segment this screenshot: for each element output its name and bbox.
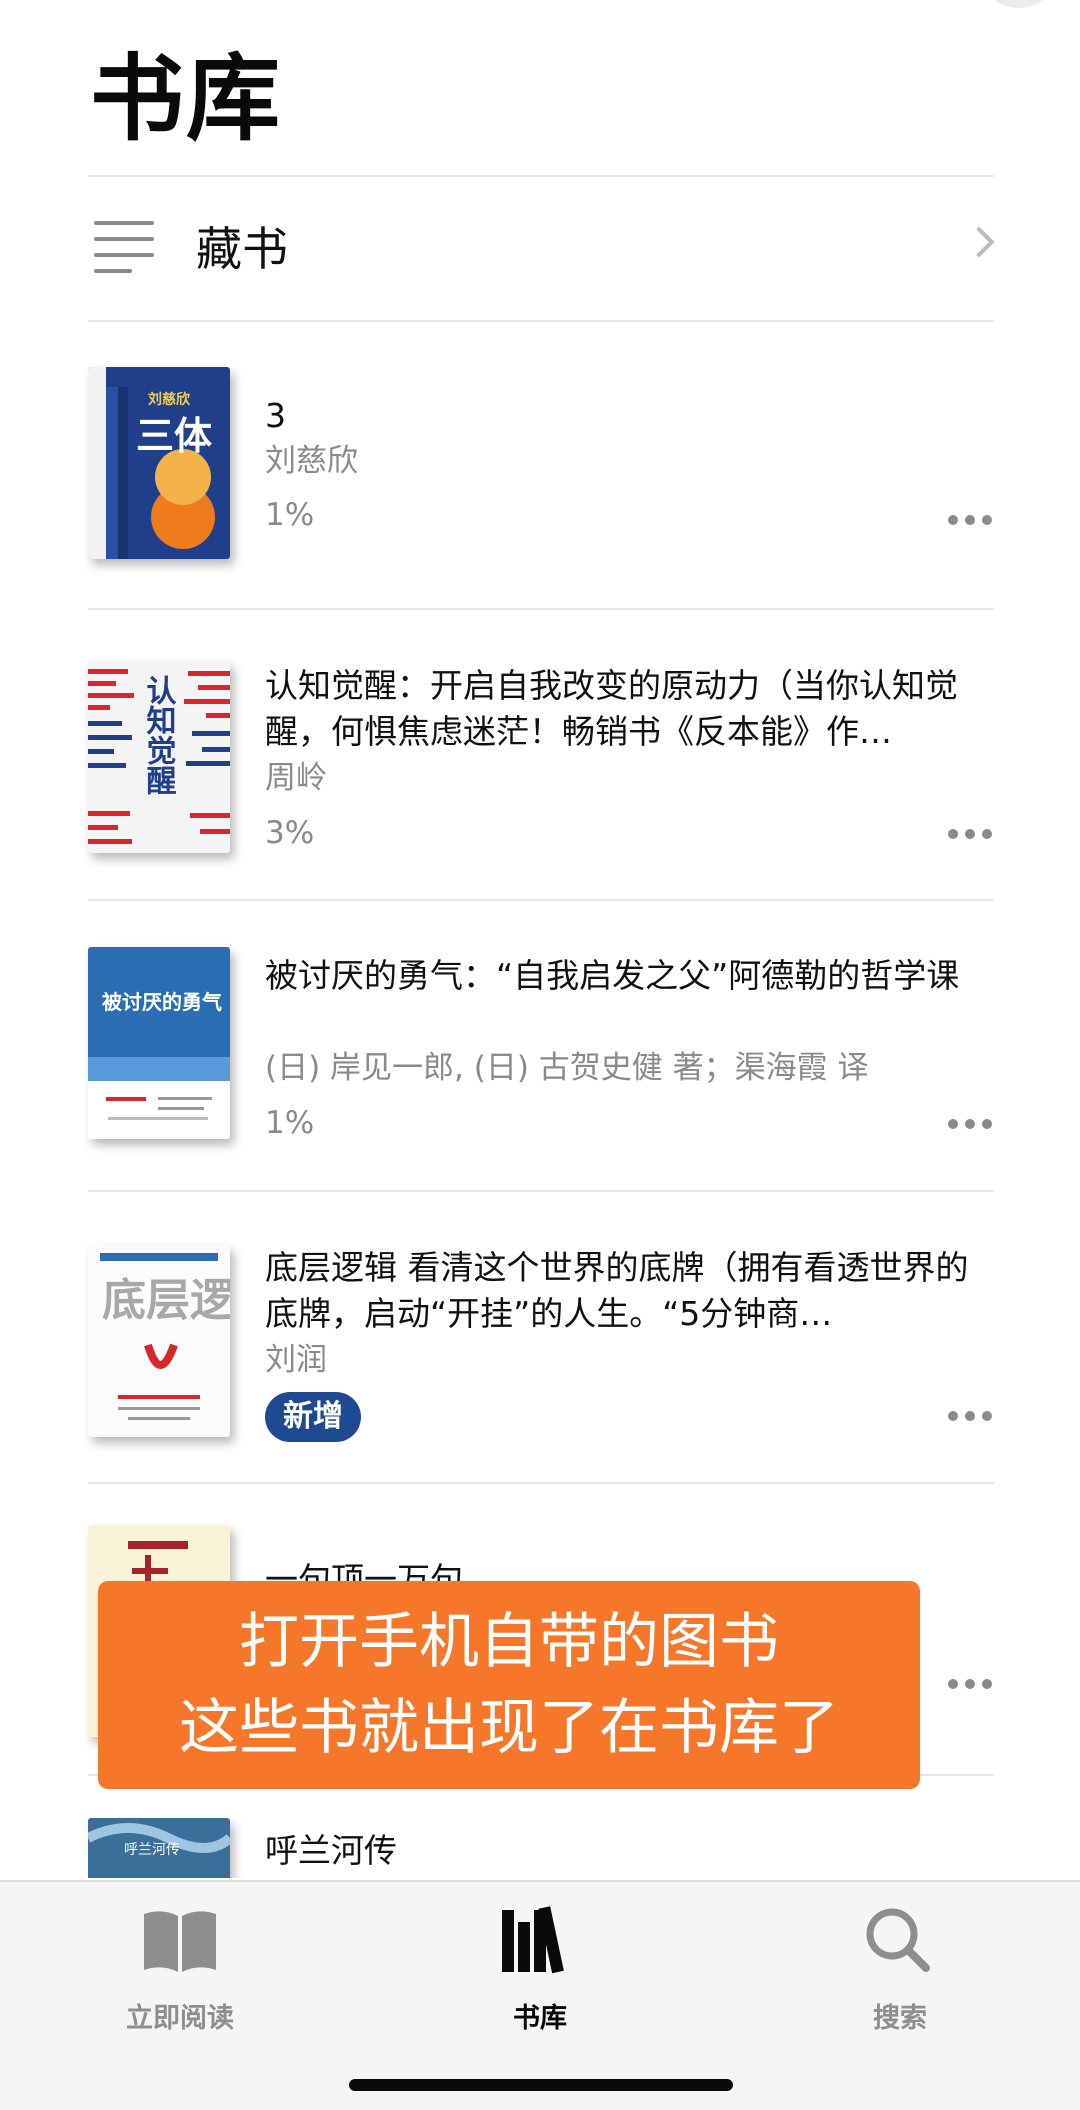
book-row[interactable]: 认知觉醒 认知觉醒：开启自我改变的原动力（当你认知觉醒，何惧焦虑迷茫！畅销书《反… (88, 655, 994, 865)
divider (88, 899, 994, 901)
more-options-button[interactable] (948, 1119, 992, 1131)
more-options-button[interactable] (948, 515, 992, 527)
book-cover[interactable]: 被讨厌的勇气 (88, 947, 230, 1139)
search-icon (866, 1908, 930, 1972)
divider (88, 1482, 994, 1484)
caption-line: 这些书就出现了在书库了 (179, 1693, 839, 1763)
list-icon (94, 221, 154, 273)
book-row[interactable]: 底层逻辑 底层逻辑 看清这个世界的底牌（拥有看透世界的底牌，启动“开挂”的人生。… (88, 1237, 994, 1447)
collections-row[interactable]: 藏书 (88, 177, 995, 321)
chevron-right-icon (963, 226, 995, 258)
book-cover[interactable]: 底层逻辑 (88, 1245, 230, 1437)
tab-read-now[interactable]: 立即阅读 (70, 1902, 290, 2034)
svg-text:认知觉醒: 认知觉醒 (141, 675, 177, 795)
book-row[interactable]: 呼兰河传 呼兰河传 (88, 1818, 994, 1878)
collections-label: 藏书 (196, 222, 288, 276)
book-author: 刘润 (265, 1342, 327, 1378)
tab-label: 书库 (513, 2003, 567, 2034)
svg-text:被讨厌的勇气: 被讨厌的勇气 (102, 990, 222, 1014)
book-title: 认知觉醒：开启自我改变的原动力（当你认知觉醒，何惧焦虑迷茫！畅销书《反本能》作… (265, 666, 958, 751)
divider (88, 608, 994, 610)
library-icon (502, 1906, 564, 1974)
svg-text:刘慈欣: 刘慈欣 (148, 391, 191, 408)
svg-text:底层逻辑: 底层逻辑 (102, 1275, 230, 1326)
book-progress: 3% (265, 815, 315, 851)
book-author: (日) 岸见一郎, (日) 古贺史健 著；渠海霞 译 (265, 1050, 869, 1086)
svg-text:三体: 三体 (136, 414, 212, 458)
top-corner-indicator (993, 0, 1045, 8)
book-cover[interactable]: 认知觉醒 (88, 661, 230, 853)
caption-overlay: 打开手机自带的图书 这些书就出现了在书库了 (98, 1581, 920, 1789)
divider (88, 320, 994, 322)
tab-library[interactable]: 书库 (430, 1902, 650, 2034)
book-cover[interactable]: 呼兰河传 (88, 1818, 230, 1878)
book-title: 3 (265, 396, 286, 435)
tab-label: 搜索 (873, 2003, 927, 2034)
book-row[interactable]: 刘慈欣 三体 3 刘慈欣 1% (88, 365, 994, 575)
book-progress: 1% (265, 497, 315, 533)
more-options-button[interactable] (948, 1679, 992, 1691)
book-author: 刘慈欣 (265, 443, 358, 479)
book-cover[interactable]: 刘慈欣 三体 (88, 367, 230, 559)
more-options-button[interactable] (948, 829, 992, 841)
tab-search[interactable]: 搜索 (790, 1902, 1010, 2034)
more-options-button[interactable] (948, 1411, 992, 1423)
book-open-icon (144, 1911, 216, 1972)
page-title: 书库 (90, 45, 283, 154)
tab-label: 立即阅读 (126, 2003, 234, 2034)
book-title: 被讨厌的勇气：“自我启发之父”阿德勒的哲学课 (265, 956, 960, 995)
divider (88, 1190, 994, 1192)
new-badge: 新增 (265, 1392, 361, 1442)
book-progress: 1% (265, 1105, 315, 1141)
tab-bar: 立即阅读 书库 搜索 (0, 1880, 1080, 2110)
home-indicator (349, 2079, 733, 2091)
book-row[interactable]: 被讨厌的勇气 被讨厌的勇气：“自我启发之父”阿德勒的哲学课 (日) 岸见一郎, … (88, 945, 994, 1155)
svg-text:呼兰河传: 呼兰河传 (124, 1842, 180, 1858)
caption-line: 打开手机自带的图书 (239, 1607, 779, 1677)
book-title: 呼兰河传 (265, 1831, 397, 1870)
book-title: 底层逻辑 看清这个世界的底牌（拥有看透世界的底牌，启动“开挂”的人生。“5分钟商… (265, 1248, 969, 1333)
book-author: 周岭 (265, 760, 327, 796)
